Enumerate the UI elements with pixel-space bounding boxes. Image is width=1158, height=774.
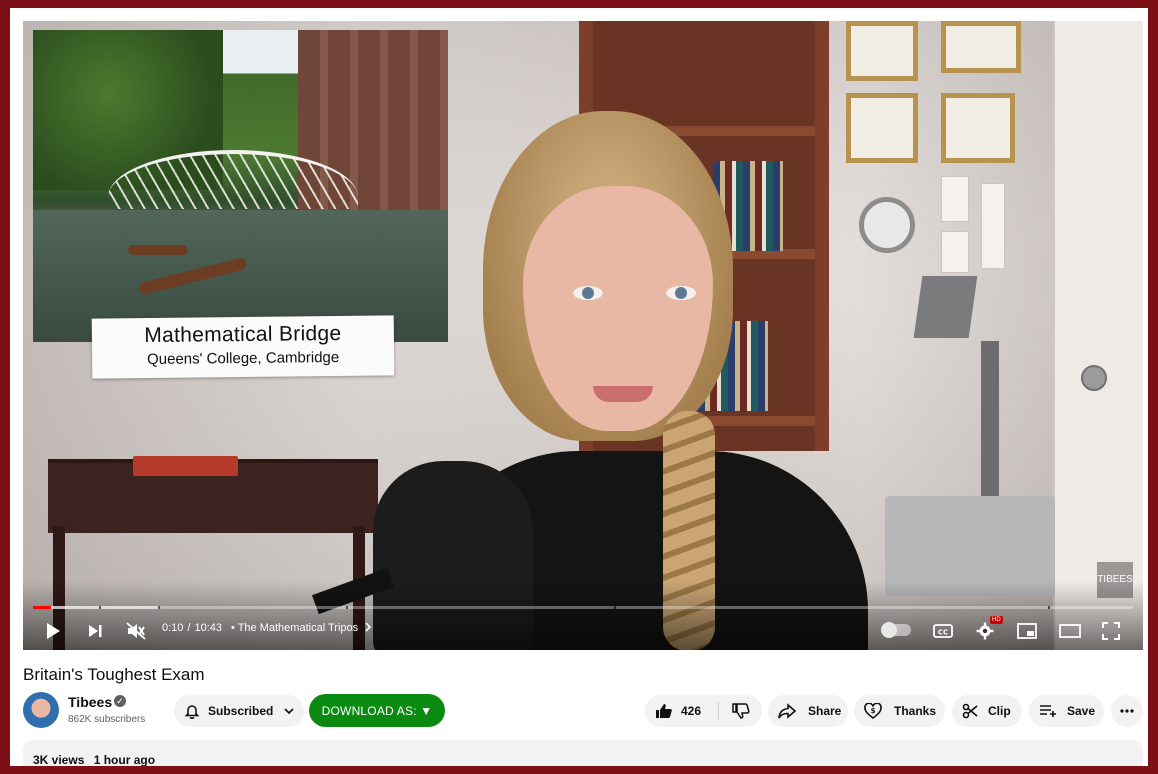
bell-icon — [184, 705, 200, 719]
thermostat — [981, 183, 1005, 269]
channel-avatar[interactable] — [23, 692, 59, 728]
fullscreen-icon — [1102, 622, 1120, 640]
presenter-eye — [573, 286, 603, 300]
door — [1053, 21, 1143, 650]
wall-frame — [846, 21, 918, 81]
video-player[interactable]: Mathematical Bridge Queens' College, Cam… — [23, 21, 1143, 650]
download-as-button[interactable]: DOWNLOAD AS: ▼ — [309, 694, 445, 727]
volume-muted-icon — [126, 622, 146, 640]
play-button[interactable] — [41, 619, 65, 643]
subscribe-label: Subscribed — [208, 704, 274, 718]
inset-punt — [128, 245, 188, 255]
chapter-label: • The Mathematical Tripos — [231, 622, 359, 634]
cc-icon: CC — [933, 624, 953, 638]
thumbs-up-icon — [656, 704, 672, 718]
caption-subtitle: Queens' College, Cambridge — [146, 348, 340, 369]
chapter-marker — [158, 606, 160, 609]
description-box[interactable]: 3K views 1 hour ago — [23, 740, 1143, 766]
svg-text:$: $ — [871, 707, 876, 715]
miniplayer-icon — [1017, 623, 1037, 639]
channel-name[interactable]: Tibees — [68, 694, 112, 710]
save-playlist-icon — [1040, 705, 1056, 717]
share-button[interactable]: Share — [768, 695, 848, 727]
save-button[interactable]: Save — [1029, 695, 1104, 727]
clip-button[interactable]: Clip — [952, 695, 1022, 727]
play-icon — [47, 623, 60, 639]
hd-badge: HD — [990, 616, 1003, 624]
time-display: 0:10/10:43 — [162, 622, 223, 634]
door-knob — [1081, 365, 1107, 391]
video-title: Britain's Toughest Exam — [23, 665, 205, 684]
book-stack — [133, 456, 238, 476]
like-divider — [718, 702, 719, 720]
autoplay-toggle[interactable] — [881, 622, 911, 638]
video-meta: 3K views 1 hour ago — [33, 753, 155, 766]
chevron-right-icon — [365, 622, 372, 632]
clip-label: Clip — [988, 704, 1011, 718]
miniplayer-button[interactable] — [1016, 619, 1038, 643]
scissors-icon — [962, 703, 978, 719]
more-icon — [1120, 709, 1134, 713]
like-dislike-group: 426 — [645, 695, 762, 727]
thumbs-down-icon — [732, 703, 750, 719]
page-frame: Mathematical Bridge Queens' College, Cam… — [10, 8, 1148, 766]
chapter-title[interactable]: • The Mathematical Tripos — [231, 622, 372, 634]
progress-bar[interactable] — [33, 606, 1133, 609]
like-button[interactable]: 426 — [645, 695, 718, 727]
subscriber-count: 862K subscribers — [68, 714, 146, 725]
chapter-marker — [99, 606, 101, 609]
like-count: 426 — [681, 704, 702, 718]
progress-played — [33, 606, 51, 609]
captions-button[interactable]: CC — [932, 619, 954, 643]
wall-frame — [941, 93, 1015, 163]
inset-photo — [33, 30, 448, 342]
projector-head — [913, 276, 978, 338]
caption-title: Mathematical Bridge — [144, 321, 342, 348]
fullscreen-button[interactable] — [1100, 619, 1122, 643]
share-label: Share — [808, 704, 842, 718]
theater-mode-button[interactable] — [1058, 619, 1082, 643]
chapter-marker — [346, 606, 348, 609]
light-switch — [941, 231, 969, 273]
thanks-heart-icon: $ — [864, 703, 882, 719]
progress-buffered — [33, 606, 160, 609]
thanks-button[interactable]: $ Thanks — [854, 695, 945, 727]
gear-icon — [976, 622, 994, 640]
dislike-button[interactable] — [723, 695, 759, 727]
presenter-mouth — [593, 386, 653, 402]
svg-text:CC: CC — [938, 629, 948, 637]
wall-clock — [859, 197, 915, 253]
inset-caption: Mathematical Bridge Queens' College, Cam… — [91, 315, 395, 379]
next-button[interactable] — [83, 619, 107, 643]
current-time: 0:10 — [162, 622, 184, 634]
chapter-marker — [1048, 606, 1050, 609]
light-switch — [941, 176, 969, 222]
share-icon — [778, 703, 796, 719]
thanks-label: Thanks — [894, 704, 937, 718]
more-actions-button[interactable] — [1111, 695, 1143, 727]
save-label: Save — [1067, 704, 1096, 718]
verified-icon: ✓ — [114, 695, 126, 707]
subscribe-button[interactable]: Subscribed — [174, 695, 304, 727]
view-count: 3K views — [33, 753, 85, 766]
projector-arm — [981, 341, 999, 521]
upload-time: 1 hour ago — [93, 753, 156, 766]
next-icon — [89, 625, 102, 637]
chevron-down-icon — [284, 708, 294, 715]
mute-button[interactable] — [124, 619, 148, 643]
wall-frame — [941, 21, 1021, 73]
chapter-marker — [614, 606, 616, 609]
presenter-eye — [666, 286, 696, 300]
wall-frame — [846, 93, 918, 163]
theater-icon — [1059, 624, 1081, 638]
duration: 10:43 — [194, 622, 223, 634]
